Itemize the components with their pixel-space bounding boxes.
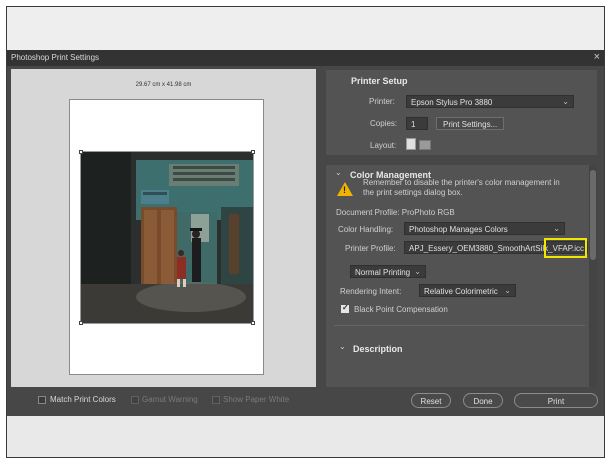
match-print-colors-checkbox[interactable] — [38, 396, 46, 404]
print-settings-button[interactable]: Print Settings... — [436, 117, 505, 130]
bottom-margin — [7, 416, 604, 457]
printer-select[interactable]: Epson Stylus Pro 3880 ⌄ — [406, 95, 574, 108]
show-paper-white-checkbox[interactable] — [212, 396, 220, 404]
color-handling-label: Color Handling: — [338, 225, 394, 234]
print-settings-dialog: Photoshop Print Settings × 29.67 cm x 41… — [7, 50, 604, 416]
panel-scrollbar[interactable] — [589, 165, 597, 387]
done-button[interactable]: Done — [463, 393, 503, 408]
layout-label: Layout: — [370, 141, 397, 150]
top-margin — [7, 7, 604, 50]
print-button[interactable]: Print — [514, 393, 598, 408]
black-point-checkbox[interactable] — [341, 303, 349, 313]
crop-handle[interactable] — [79, 150, 83, 154]
profile-highlight-box — [544, 238, 587, 258]
crop-handle[interactable] — [251, 150, 255, 154]
collapse-chevron-icon[interactable]: ⌄ — [335, 168, 342, 177]
dialog-bottom-bar: Match Print Colors Gamut Warning Show Pa… — [7, 391, 604, 411]
collapse-chevron-icon[interactable]: ⌄ — [339, 342, 346, 351]
printer-setup-title: Printer Setup — [351, 76, 408, 86]
paper-dimensions: 29.67 cm x 41.98 cm — [135, 82, 192, 88]
normal-printing-select[interactable]: Normal Printing ⌄ — [350, 265, 426, 278]
chevron-down-icon: ⌄ — [504, 286, 511, 295]
photo-image — [81, 152, 253, 323]
print-preview: 29.67 cm x 41.98 cm — [11, 69, 316, 387]
preview-photo[interactable] — [80, 151, 254, 324]
crop-handle[interactable] — [79, 321, 83, 325]
gamut-warning-checkbox[interactable] — [131, 396, 139, 404]
printer-setup-panel: Printer Setup Printer: Epson Stylus Pro … — [326, 70, 597, 155]
rendering-intent-label: Rendering Intent: — [340, 287, 402, 296]
gamut-warning-label: Gamut Warning — [142, 395, 198, 404]
match-print-colors-label: Match Print Colors — [50, 395, 116, 404]
crop-handle[interactable] — [251, 321, 255, 325]
chevron-down-icon: ⌄ — [553, 224, 560, 233]
dialog-title: Photoshop Print Settings — [11, 53, 100, 62]
rendering-intent-value: Relative Colorimetric — [424, 287, 498, 296]
screenshot-frame: Photoshop Print Settings × 29.67 cm x 41… — [6, 6, 605, 458]
close-icon[interactable]: × — [594, 51, 600, 63]
copies-input[interactable]: 1 — [406, 117, 428, 130]
chevron-down-icon: ⌄ — [562, 97, 569, 106]
copies-label: Copies: — [370, 119, 398, 128]
color-management-panel: ⌄ Color Management ! Remember to disable… — [326, 165, 597, 387]
scrollbar-thumb[interactable] — [590, 170, 596, 260]
printer-value: Epson Stylus Pro 3880 — [411, 98, 493, 107]
color-handling-select[interactable]: Photoshop Manages Colors ⌄ — [404, 222, 565, 235]
section-divider — [334, 325, 585, 326]
rendering-intent-select[interactable]: Relative Colorimetric ⌄ — [419, 284, 516, 297]
chevron-down-icon: ⌄ — [414, 267, 421, 276]
normal-printing-value: Normal Printing — [355, 268, 411, 277]
landscape-layout-icon[interactable] — [419, 140, 431, 150]
document-profile: Document Profile: ProPhoto RGB — [336, 208, 455, 217]
reset-button[interactable]: Reset — [411, 393, 451, 408]
description-title: Description — [353, 344, 403, 354]
color-handling-value: Photoshop Manages Colors — [409, 225, 508, 234]
warning-text: Remember to disable the printer's color … — [363, 178, 560, 197]
printer-profile-label: Printer Profile: — [345, 244, 396, 253]
warning-icon: ! — [337, 182, 353, 196]
printer-label: Printer: — [369, 97, 395, 106]
paper-sheet — [69, 99, 264, 375]
black-point-label: Black Point Compensation — [354, 305, 448, 314]
dialog-titlebar: Photoshop Print Settings × — [7, 50, 604, 66]
portrait-layout-icon[interactable] — [406, 138, 416, 150]
show-paper-white-label: Show Paper White — [223, 395, 290, 404]
